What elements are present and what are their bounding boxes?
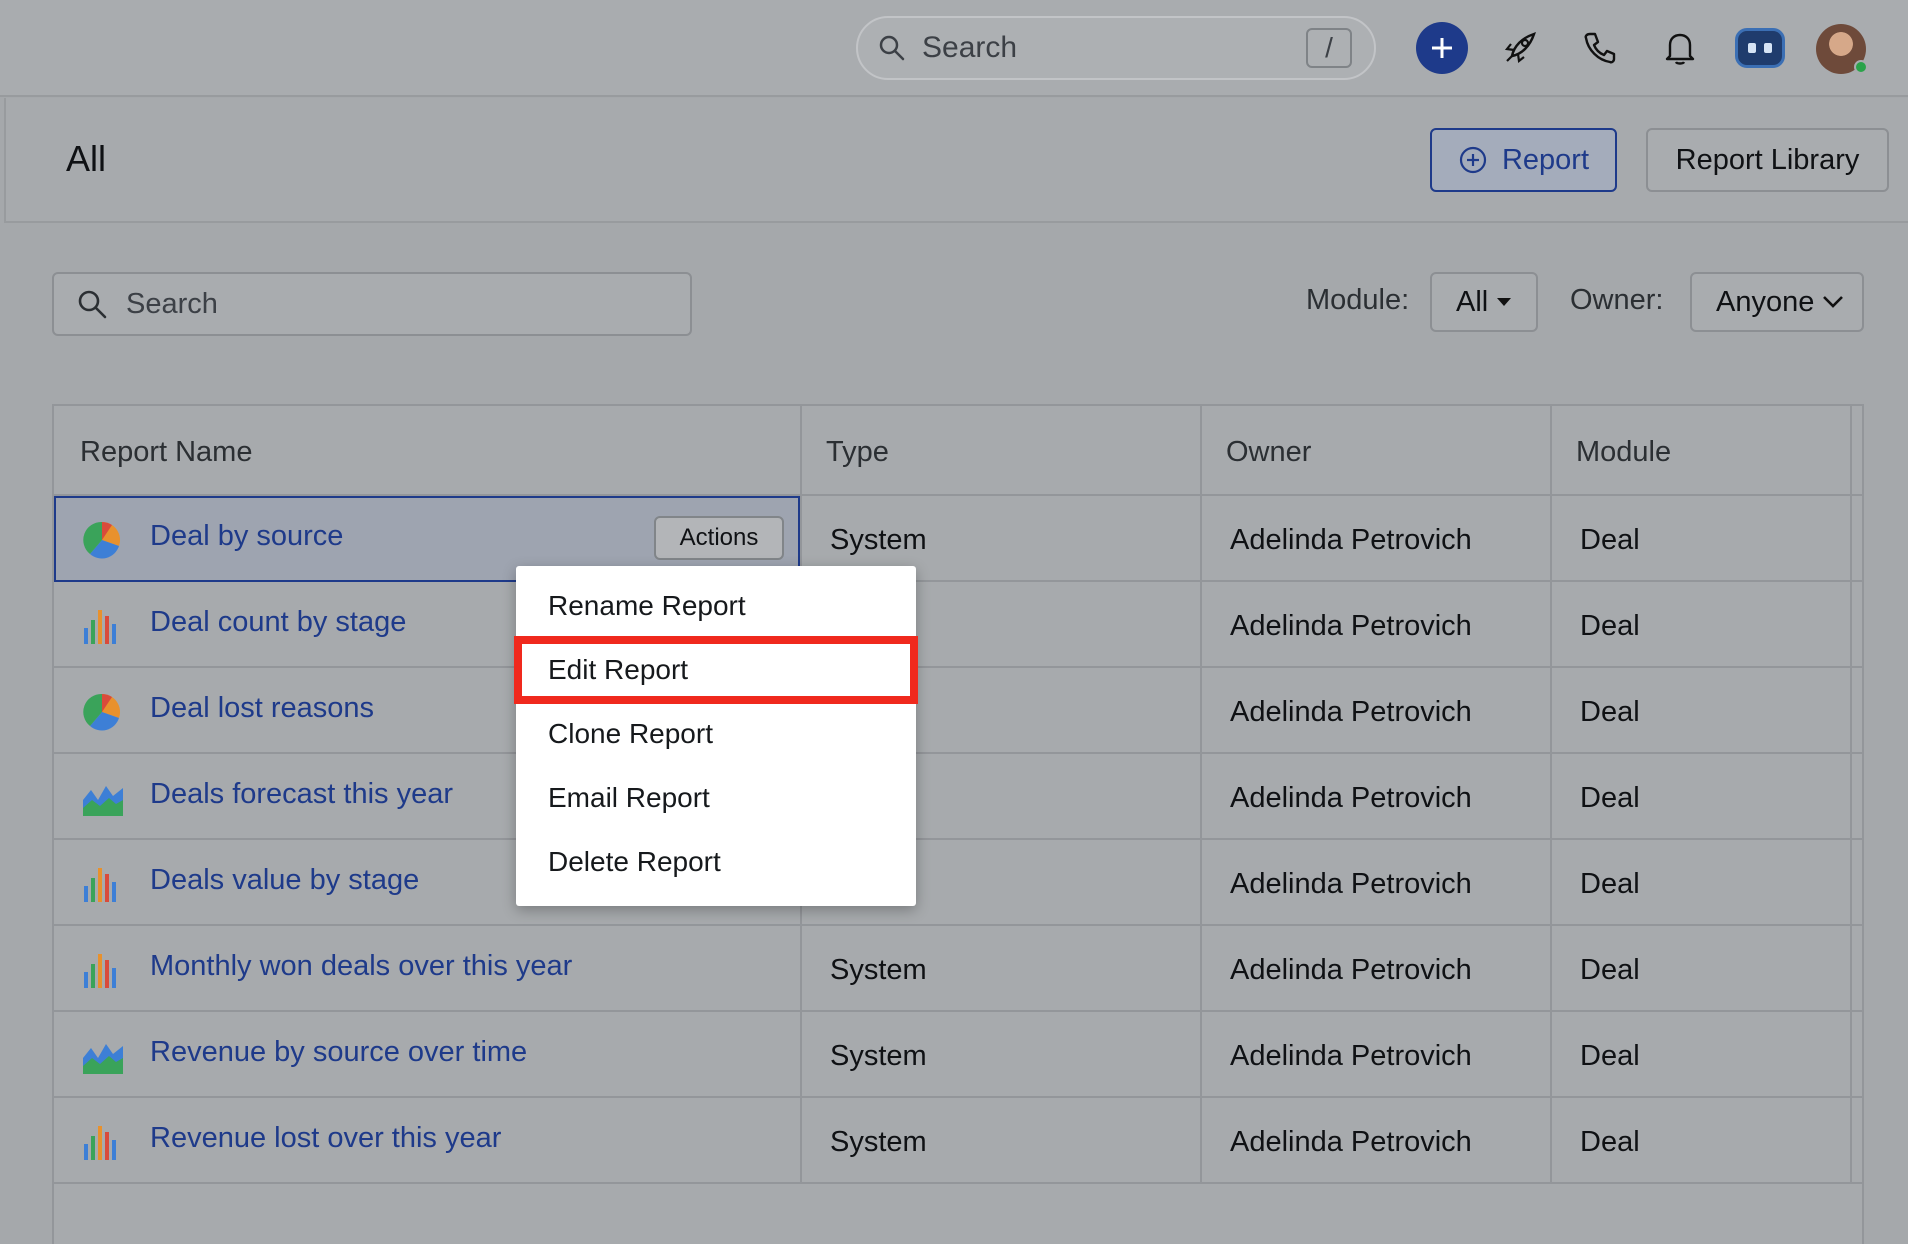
report-search-input[interactable]: Search xyxy=(52,272,692,336)
report-name-link[interactable]: Deal by source xyxy=(150,520,343,553)
table-row[interactable]: Deal by source Actions System Adelinda Petr… xyxy=(54,496,1862,582)
plus-circle-icon xyxy=(1459,146,1487,174)
table-row[interactable]: Deal count by stage Adelinda Petrovich Dea… xyxy=(54,582,1862,668)
report-type: System xyxy=(830,1040,927,1072)
report-owner: Adelinda Petrovich xyxy=(1230,954,1472,986)
table-header: Report Name Type Owner Module xyxy=(54,406,1862,496)
bar-chart-icon xyxy=(82,606,122,646)
table-row[interactable]: Deal lost reasons Adelinda Petrovich Deal xyxy=(54,668,1862,754)
report-type: System xyxy=(830,1126,927,1158)
report-owner: Adelinda Petrovich xyxy=(1230,524,1472,556)
create-plus-button[interactable] xyxy=(1416,22,1468,74)
report-module: Deal xyxy=(1580,696,1640,728)
report-name-link[interactable]: Monthly won deals over this year xyxy=(150,950,572,983)
table-row[interactable]: Deals forecast this year Adelinda Petrovi… xyxy=(54,754,1862,840)
add-report-button[interactable]: Report xyxy=(1430,128,1617,192)
module-filter-value: All xyxy=(1456,285,1489,318)
table-row[interactable]: Deals value by stage Adelinda Petrovich De… xyxy=(54,840,1862,926)
bar-chart-icon xyxy=(82,1122,122,1162)
pie-chart-icon xyxy=(82,520,122,560)
menu-item-email-report[interactable]: Email Report xyxy=(516,766,916,830)
actions-button[interactable]: Actions xyxy=(654,516,784,560)
report-module: Deal xyxy=(1580,524,1640,556)
report-owner: Adelinda Petrovich xyxy=(1230,868,1472,900)
report-search-placeholder: Search xyxy=(126,287,218,320)
menu-item-delete-report[interactable]: Delete Report xyxy=(516,830,916,894)
phone-icon xyxy=(1584,32,1616,64)
global-search-input[interactable]: Search / xyxy=(856,16,1376,80)
menu-item-clone-report[interactable]: Clone Report xyxy=(516,702,916,766)
report-library-button[interactable]: Report Library xyxy=(1646,128,1889,192)
report-module: Deal xyxy=(1580,1126,1640,1158)
menu-item-edit-report[interactable]: Edit Report xyxy=(514,636,918,704)
add-report-label: Report xyxy=(1501,143,1590,176)
module-filter-select[interactable]: All xyxy=(1430,272,1538,332)
report-type: System xyxy=(830,524,927,556)
rocket-icon xyxy=(1504,32,1536,64)
avatar[interactable] xyxy=(1816,24,1868,74)
plus-icon xyxy=(1432,38,1452,58)
report-name-link[interactable]: Deal count by stage xyxy=(150,606,406,639)
notifications-button[interactable] xyxy=(1654,22,1706,74)
module-filter-label: Module: xyxy=(1306,284,1410,316)
report-module: Deal xyxy=(1580,610,1640,642)
page-header: All Report Report Library xyxy=(4,98,1908,223)
reports-table: Report Name Type Owner Module Deal by so… xyxy=(52,404,1864,1244)
bar-chart-icon xyxy=(82,864,122,904)
rocket-button[interactable] xyxy=(1494,22,1546,74)
report-actions-menu: Rename Report Edit Report Clone Report E… xyxy=(514,566,918,906)
table-row[interactable]: Revenue by source over time System Adelind… xyxy=(54,1012,1862,1098)
report-owner: Adelinda Petrovich xyxy=(1230,1126,1472,1158)
search-shortcut-key: / xyxy=(1306,28,1352,68)
online-status-dot xyxy=(1854,60,1868,74)
phone-button[interactable] xyxy=(1574,22,1626,74)
global-search-placeholder: Search xyxy=(922,31,1018,64)
top-bar: Search / xyxy=(0,0,1908,97)
report-module: Deal xyxy=(1580,868,1640,900)
owner-filter-select[interactable]: Anyone xyxy=(1690,272,1864,332)
search-icon xyxy=(879,35,905,61)
report-name-link[interactable]: Deal lost reasons xyxy=(150,692,374,725)
page-title: All xyxy=(66,138,107,179)
column-header-type[interactable]: Type xyxy=(826,436,889,469)
assistant-bot-button[interactable] xyxy=(1734,22,1786,74)
chevron-down-icon xyxy=(1823,296,1844,308)
bot-icon xyxy=(1735,28,1785,68)
column-header-module[interactable]: Module xyxy=(1576,436,1671,469)
pie-chart-icon xyxy=(82,692,122,732)
report-owner: Adelinda Petrovich xyxy=(1230,782,1472,814)
bar-chart-icon xyxy=(82,950,122,990)
search-icon xyxy=(78,290,107,319)
owner-filter-value: Anyone xyxy=(1716,285,1815,318)
column-header-owner[interactable]: Owner xyxy=(1226,436,1311,469)
report-module: Deal xyxy=(1580,782,1640,814)
report-owner: Adelinda Petrovich xyxy=(1230,610,1472,642)
area-chart-icon xyxy=(82,778,123,818)
area-chart-icon xyxy=(82,1036,123,1076)
caret-down-icon xyxy=(1497,298,1512,306)
report-name-link[interactable]: Deals forecast this year xyxy=(150,778,453,811)
report-name-link[interactable]: Deals value by stage xyxy=(150,864,419,897)
report-module: Deal xyxy=(1580,954,1640,986)
report-owner: Adelinda Petrovich xyxy=(1230,696,1472,728)
column-header-report-name[interactable]: Report Name xyxy=(80,436,252,469)
bell-icon xyxy=(1665,33,1695,65)
report-name-link[interactable]: Revenue lost over this year xyxy=(150,1122,501,1155)
report-type: System xyxy=(830,954,927,986)
table-row[interactable]: Monthly won deals over this year System Ad… xyxy=(54,926,1862,1012)
report-owner: Adelinda Petrovich xyxy=(1230,1040,1472,1072)
menu-item-rename-report[interactable]: Rename Report xyxy=(516,574,916,638)
report-name-link[interactable]: Revenue by source over time xyxy=(150,1036,527,1069)
owner-filter-label: Owner: xyxy=(1570,284,1664,316)
report-module: Deal xyxy=(1580,1040,1640,1072)
table-row[interactable]: Revenue lost over this year System Adelind… xyxy=(54,1098,1862,1184)
